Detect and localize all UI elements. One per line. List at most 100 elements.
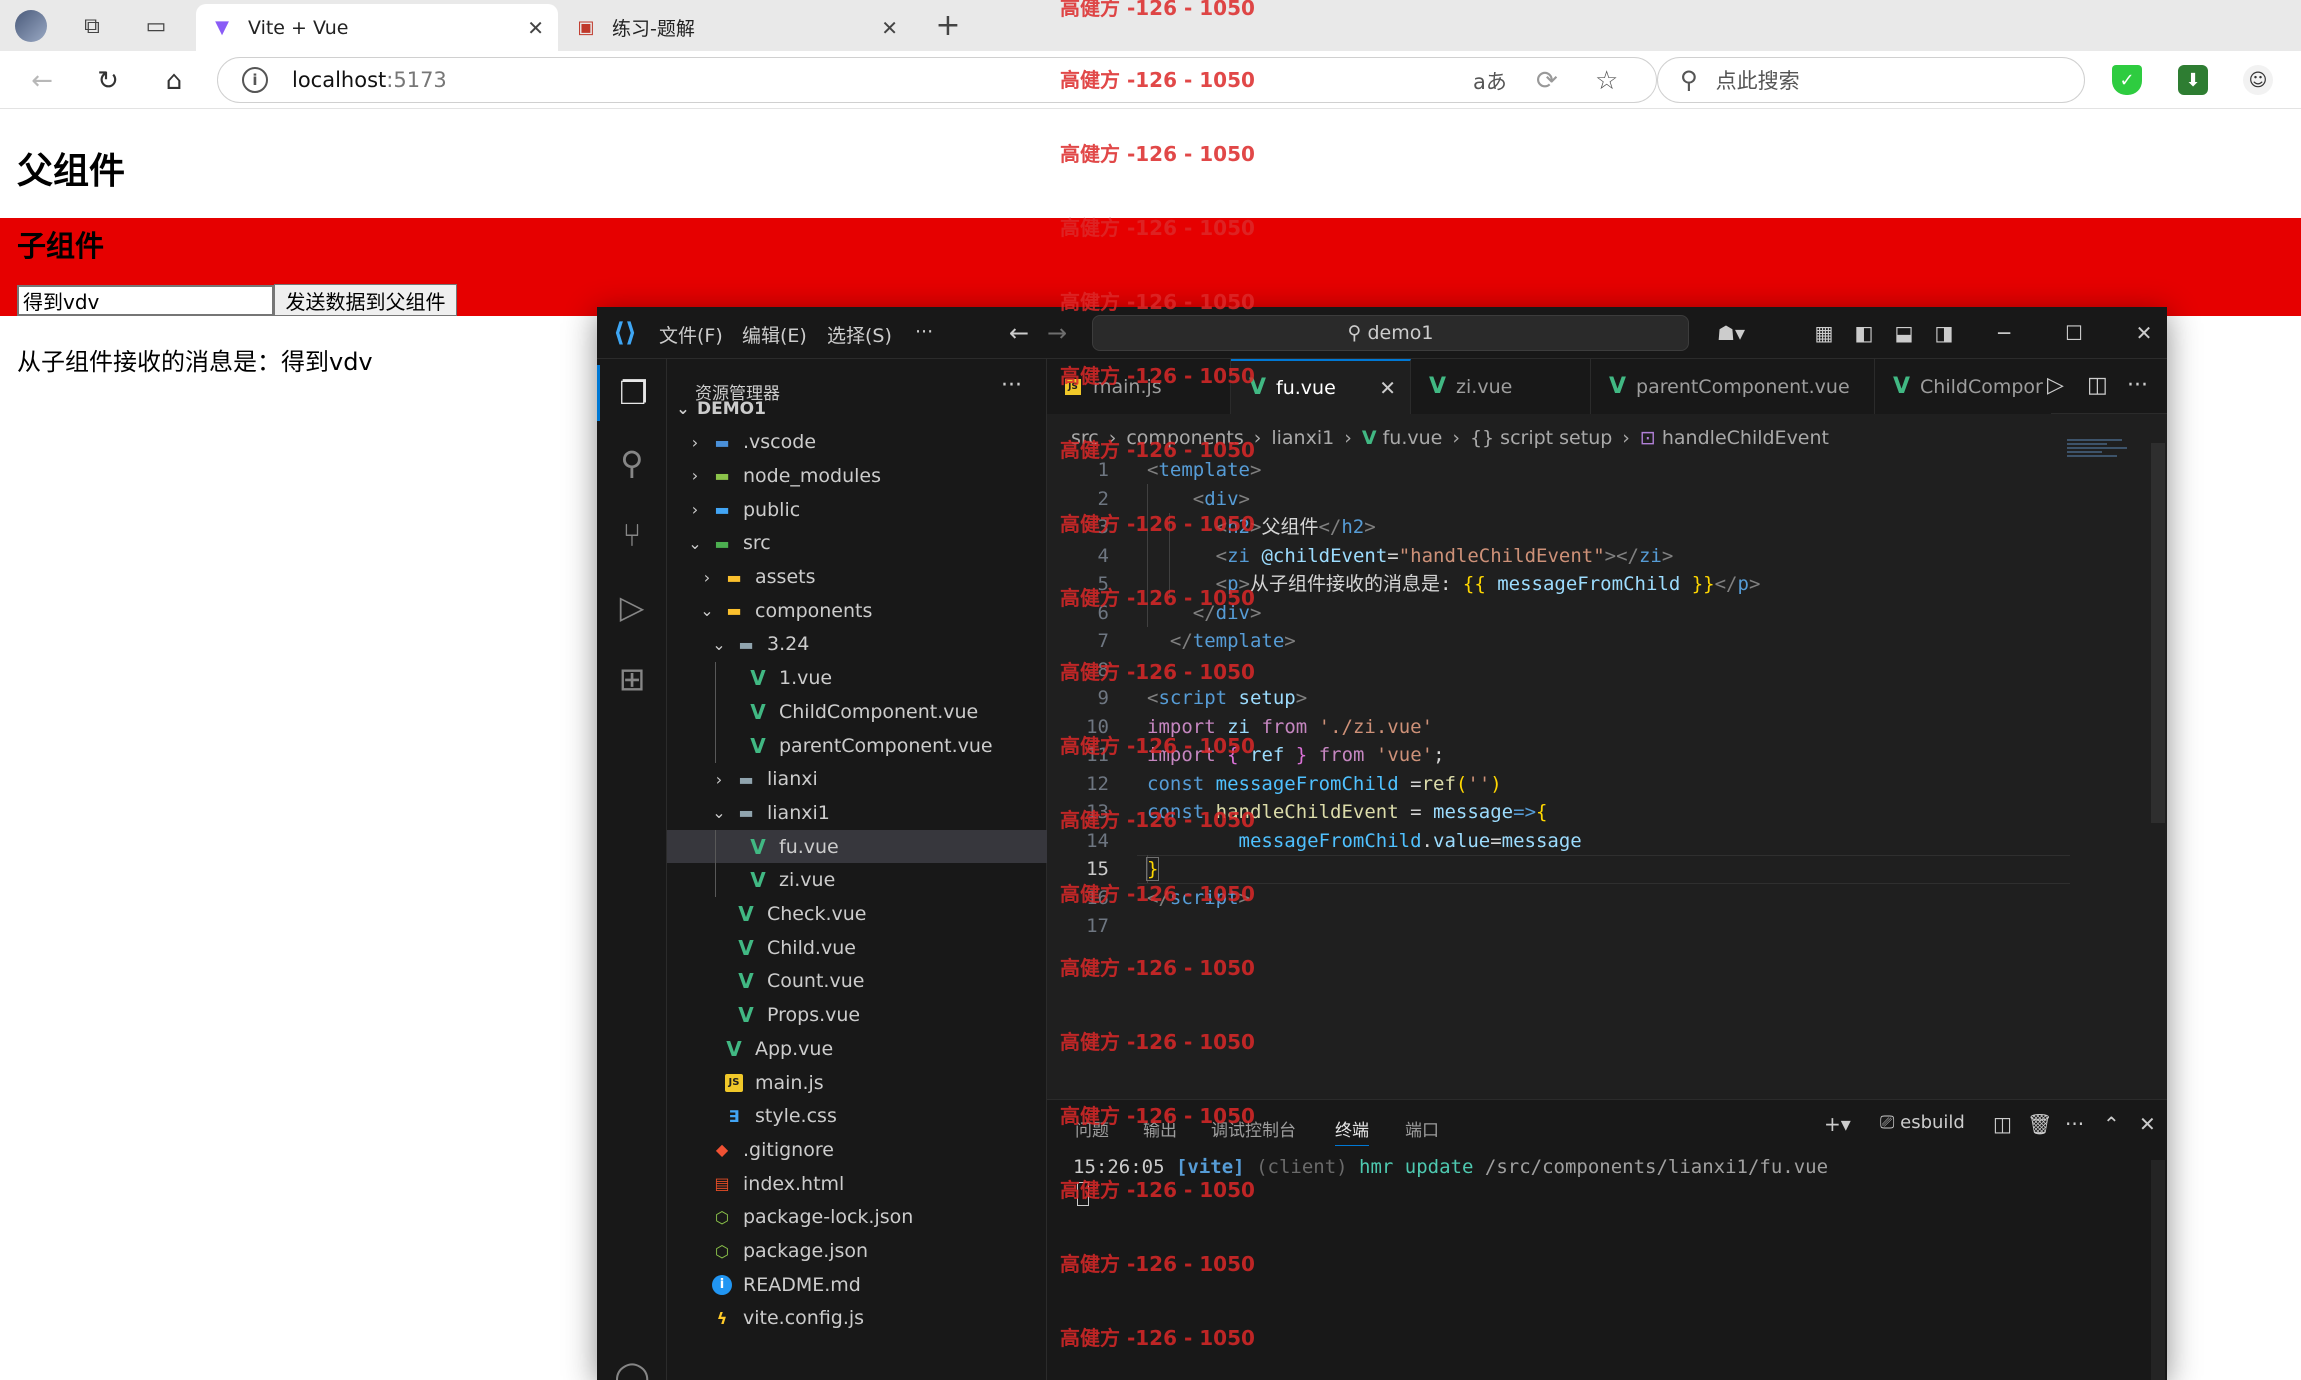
editor-tab-main-js[interactable]: JS main.js [1047,359,1231,414]
reload-icon[interactable]: ↻ [90,63,126,99]
workspaces-icon[interactable]: ⧉ [76,10,108,42]
more-actions-icon[interactable]: ··· [2065,1112,2084,1136]
tree-folder[interactable]: › ▬ node_modules [667,459,1047,492]
tree-folder[interactable]: ⌄ ▬ 3.24 [667,628,1047,661]
tree-file[interactable]: ◆ .gitignore [667,1133,1047,1166]
run-debug-icon[interactable]: ▷ [597,579,667,635]
trash-icon[interactable]: 🗑 [2027,1112,2052,1136]
shield-extension-icon[interactable]: ✓ [2112,65,2142,95]
breadcrumb-item[interactable]: components [1126,427,1243,449]
panel-tab-problems[interactable]: 问题 [1075,1116,1109,1141]
nav-forward-icon[interactable]: → [1047,319,1067,347]
editor-tab-childcomponent-vue[interactable]: V ChildCompor [1875,359,2051,414]
tab-actions-icon[interactable]: ▭ [140,10,172,42]
tree-root[interactable]: ⌄ DEMO1 [667,392,1047,425]
favorite-star-icon[interactable]: ☆ [1595,58,1618,104]
browser-tab-practice[interactable]: ▣ 练习-题解 ✕ [560,4,912,51]
tree-file[interactable]: V ChildComponent.vue [667,695,1047,728]
copilot-icon[interactable]: ☗▾ [1707,319,1755,347]
terminal-scrollbar[interactable] [2151,1160,2165,1380]
tree-file[interactable]: Vfu.vue [667,830,1047,864]
tree-file[interactable]: V Child.vue [667,931,1047,964]
tree-folder[interactable]: › ▬ public [667,493,1047,526]
tree-folder[interactable]: ⌄ ▬ src [667,527,1047,560]
breadcrumb-item[interactable]: src [1071,427,1099,449]
source-control-icon[interactable]: ⑂ [597,507,667,563]
editor-tab-zi-vue[interactable]: V zi.vue [1411,359,1591,414]
panel-tab-output[interactable]: 输出 [1143,1116,1177,1141]
translate-icon[interactable]: aあ [1473,58,1507,104]
maximize-panel-icon[interactable]: ⌃ [2103,1112,2120,1136]
tree-file[interactable]: V Props.vue [667,999,1047,1032]
home-icon[interactable]: ⌂ [156,63,192,99]
command-center[interactable]: ⚲ demo1 [1092,315,1689,351]
close-panel-icon[interactable]: ✕ [2139,1112,2156,1136]
run-icon[interactable]: ▷ [2047,373,2064,398]
extensions-icon[interactable]: ⊞ [597,651,667,707]
split-editor-icon[interactable]: ◫ [2087,373,2108,398]
search-box[interactable]: ⚲ 点此搜索 [1657,57,2085,103]
toggle-primary-sidebar-icon[interactable]: ◧ [1849,319,1879,347]
tree-file[interactable]: VparentComponent.vue [667,729,1047,762]
tree-folder[interactable]: › ▬ lianxi [667,763,1047,796]
tree-file[interactable]: ϟ vite.config.js [667,1302,1047,1335]
tree-folder[interactable]: ⌄ ▬ components [667,594,1047,627]
nav-back-icon[interactable]: ← [1009,319,1029,347]
site-info-icon[interactable]: i [242,67,268,93]
profile-avatar[interactable] [15,10,47,42]
new-tab-icon[interactable]: + [930,8,966,43]
menu-more[interactable]: ··· [915,321,933,343]
breadcrumb-item[interactable]: fu.vue [1383,427,1443,449]
split-terminal-icon[interactable]: ◫ [1993,1112,2012,1136]
browser-tab-vite-vue[interactable]: ▼ Vite + Vue ✕ [196,4,558,51]
terminal-profile[interactable]: ⎚ esbuild [1880,1112,1965,1133]
back-arrow-icon[interactable]: ← [24,63,60,99]
accounts-icon[interactable]: ◯ [597,1349,667,1380]
tree-file[interactable]: i README.md [667,1268,1047,1301]
menu-edit[interactable]: 编辑(E) [742,321,807,348]
tree-file[interactable]: V 1.vue [667,662,1047,695]
tree-folder[interactable]: › ▬ assets [667,561,1047,594]
explorer-icon[interactable]: ❐ [597,365,667,421]
child-message-input[interactable] [17,285,274,316]
close-icon[interactable]: ✕ [527,16,544,40]
close-window-icon[interactable]: ✕ [2129,319,2159,347]
new-terminal-icon[interactable]: +▾ [1824,1112,1851,1136]
tree-file[interactable]: V Count.vue [667,965,1047,998]
editor-tab-fu-vue[interactable]: V fu.vue ✕ [1231,359,1411,414]
layout-controls-icon[interactable]: ▦ [1809,319,1839,347]
breadcrumb-item[interactable]: handleChildEvent [1662,427,1829,449]
tree-file[interactable]: JS main.js [667,1066,1047,1099]
breadcrumb-item[interactable]: lianxi1 [1271,427,1334,449]
profile-extension-icon[interactable]: ☺ [2243,65,2273,95]
download-extension-icon[interactable]: ⬇ [2178,65,2208,95]
tree-folder[interactable]: › ▬ .vscode [667,426,1047,459]
tree-file[interactable]: ∃ style.css [667,1100,1047,1133]
address-bar[interactable]: i localhost:5173 aあ ⟳ ☆ [217,57,1657,103]
panel-tab-ports[interactable]: 端口 [1405,1116,1439,1141]
panel-tab-terminal[interactable]: 终端 [1335,1116,1369,1146]
toggle-panel-icon[interactable]: ⬓ [1889,319,1919,347]
tree-file[interactable]: V Check.vue [667,898,1047,931]
tree-file[interactable]: V App.vue [667,1032,1047,1065]
panel-tab-debug-console[interactable]: 调试控制台 [1211,1116,1296,1141]
menu-file[interactable]: 文件(F) [659,321,723,348]
editor-scrollbar[interactable] [2151,443,2165,823]
tree-file[interactable]: ⬡ package.json [667,1235,1047,1268]
menu-selection[interactable]: 选择(S) [827,321,892,348]
search-icon[interactable]: ⚲ [597,435,667,491]
editor-tab-parentcomponent-vue[interactable]: V parentComponent.vue [1591,359,1875,414]
tree-file[interactable]: Vzi.vue [667,864,1047,897]
tree-folder[interactable]: ⌄ ▬ lianxi1 [667,796,1047,829]
close-icon[interactable]: ✕ [1379,376,1396,400]
maximize-icon[interactable]: ☐ [2059,319,2089,347]
minimap[interactable] [2067,439,2127,479]
minimize-icon[interactable]: ─ [1989,319,2019,347]
tree-file[interactable]: ⬡ package-lock.json [667,1201,1047,1234]
refresh-circle-icon[interactable]: ⟳ [1536,58,1558,104]
close-icon[interactable]: ✕ [881,16,898,40]
tree-file[interactable]: ▤ index.html [667,1167,1047,1200]
send-to-parent-button[interactable]: 发送数据到父组件 [274,284,457,316]
more-actions-icon[interactable]: ··· [2127,373,2148,398]
toggle-secondary-sidebar-icon[interactable]: ◨ [1929,319,1959,347]
